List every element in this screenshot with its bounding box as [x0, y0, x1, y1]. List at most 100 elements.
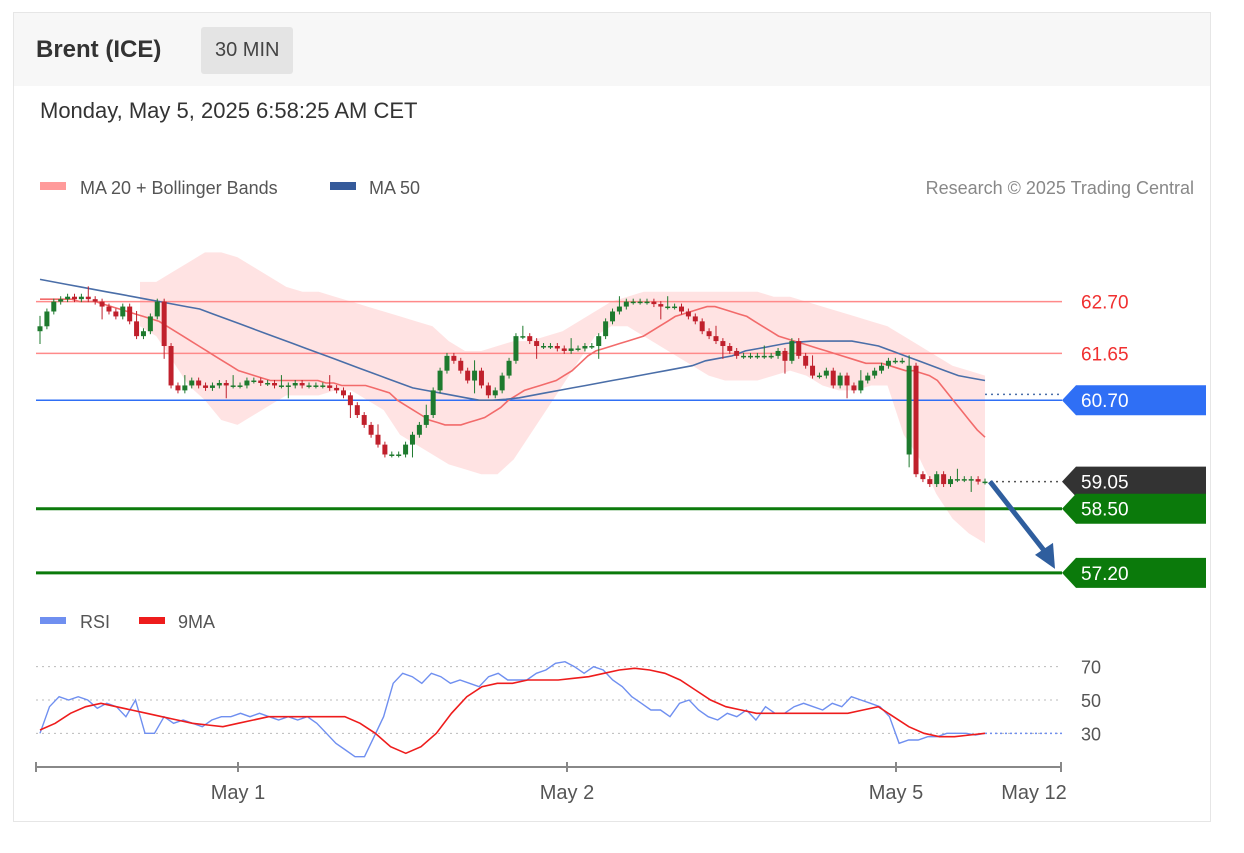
candle-body [478, 370, 484, 386]
candle-body [409, 434, 415, 445]
rsi-legend-label: RSI [80, 612, 110, 632]
candle-body [651, 301, 657, 305]
candle-body [692, 316, 698, 322]
rsi-legend: RSI 9MA [40, 612, 215, 632]
candle-body [189, 380, 195, 386]
price-chart: 62.70 61.65 60.70 59.05 58.50 57.20 MA 20 + B… [35, 178, 1206, 804]
candle-body [203, 385, 209, 388]
candle-body [685, 311, 691, 317]
candle-body [575, 348, 581, 350]
candle-body [375, 434, 381, 445]
candle-body [175, 385, 181, 391]
candle-body [527, 336, 533, 342]
candle-body [258, 380, 264, 383]
candle-body [154, 301, 160, 317]
candle-body [782, 350, 788, 361]
candle-body [416, 424, 422, 435]
candle-body [803, 355, 809, 366]
x-tick-label: May 12 [1001, 782, 1067, 804]
candle-body [948, 479, 954, 485]
price-legend: MA 20 + Bollinger Bands MA 50 Research ©… [40, 178, 1194, 198]
candle-body [899, 360, 905, 363]
candle-body [630, 301, 636, 304]
candle-body [858, 380, 864, 391]
candle-body [561, 348, 567, 351]
candle-body [320, 385, 326, 387]
candle-body [361, 415, 367, 425]
candle-body [251, 380, 257, 383]
candle-body [720, 341, 726, 347]
candle-body [499, 375, 505, 391]
candle-body [678, 306, 684, 312]
candle-body [51, 301, 57, 312]
candle-body [920, 474, 926, 480]
rsi-lines [39, 660, 1062, 758]
candle-body [437, 370, 443, 391]
candle-body [71, 296, 77, 300]
candle-body [961, 479, 967, 481]
candle-body [623, 301, 629, 307]
candle-body [423, 415, 429, 425]
support-label: 57.20 [1081, 564, 1129, 585]
candle-body [810, 365, 816, 376]
candle-body [237, 385, 243, 387]
candle-body [699, 321, 705, 332]
candle-body [196, 380, 202, 386]
candle-body [244, 380, 250, 386]
candle-body [816, 375, 822, 378]
candle-body [885, 360, 891, 366]
candle-body [403, 444, 409, 455]
candle-body [382, 444, 388, 455]
forecast-arrow-shaft [988, 480, 1051, 559]
candle-body [334, 387, 340, 391]
candle-body [430, 390, 436, 416]
candle-body [44, 311, 50, 327]
candle-body [223, 382, 229, 386]
rsi-tick-label: 30 [1081, 724, 1101, 744]
candle-body [127, 306, 133, 322]
candle-body [747, 355, 753, 358]
rsi-ma-legend-label: 9MA [178, 612, 215, 632]
rsi-ma-swatch [139, 617, 165, 624]
resistance-label: 62.70 [1081, 293, 1129, 314]
candle-body [823, 370, 829, 376]
candle-body [299, 382, 305, 386]
candle-body [306, 385, 312, 387]
candle-body [134, 321, 140, 337]
bollinger-band [140, 252, 985, 544]
candle-body [354, 405, 360, 416]
candle-body [292, 382, 298, 386]
candle-body [644, 301, 650, 304]
candle-body [982, 481, 988, 484]
candle-body [58, 299, 64, 302]
credit-text: Research © 2025 Trading Central [926, 178, 1194, 198]
candle-body [78, 296, 84, 300]
candle-body [665, 306, 671, 309]
band-area [140, 252, 985, 544]
candle-body [844, 375, 850, 386]
candle-body [389, 454, 395, 456]
candle-body [851, 385, 857, 391]
candle-body [865, 375, 871, 381]
candle-body [161, 301, 167, 347]
candle-body [140, 331, 146, 337]
candle-body [727, 346, 733, 351]
candle-body [906, 365, 912, 455]
candle-body [472, 370, 478, 381]
candle-body [713, 336, 719, 342]
candle-body [520, 336, 526, 338]
candle-body [85, 296, 91, 300]
candle-body [603, 321, 609, 337]
candle-body [568, 348, 574, 351]
resistance-label: 61.65 [1081, 344, 1129, 365]
x-tick-label: May 2 [540, 782, 594, 804]
candle-body [941, 474, 947, 485]
candle-body [285, 385, 291, 387]
candle-body [92, 299, 98, 302]
candle-body [830, 370, 836, 386]
candle-body [147, 316, 153, 332]
candle-body [99, 301, 105, 307]
candle-body [513, 336, 519, 361]
rsi-tick-label: 50 [1081, 691, 1101, 711]
candle-body [734, 350, 740, 356]
